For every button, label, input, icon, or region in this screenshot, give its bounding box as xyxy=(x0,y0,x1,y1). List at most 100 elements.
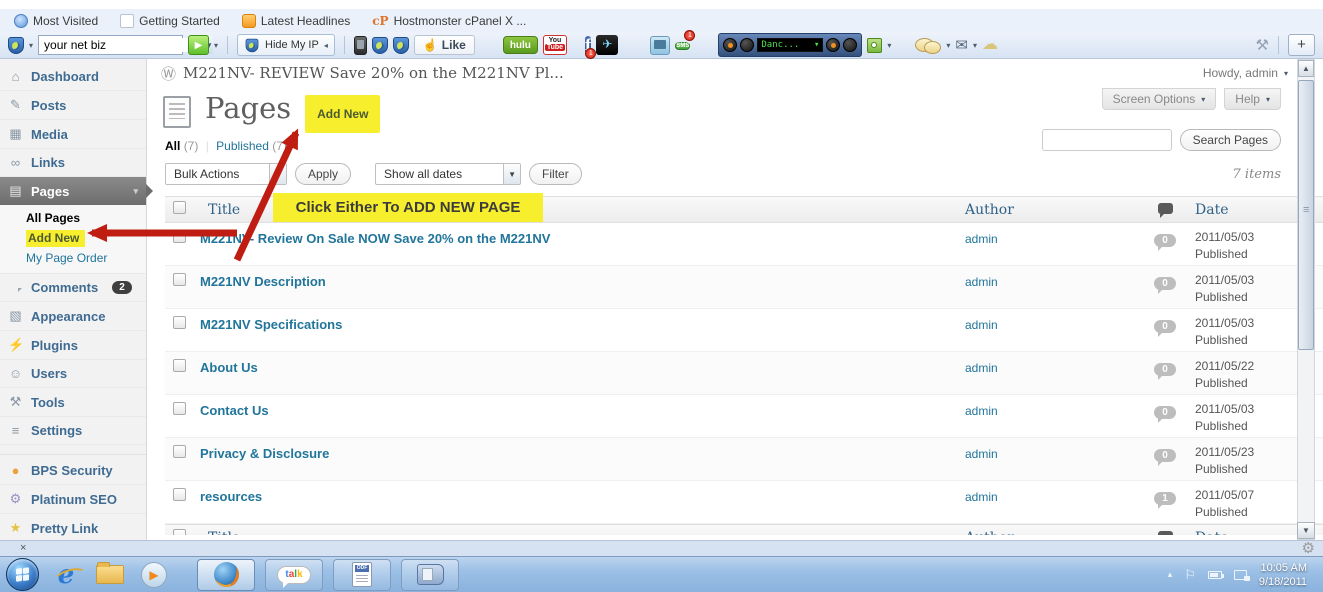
shield-icon[interactable] xyxy=(393,37,409,54)
phone-icon[interactable] xyxy=(354,36,367,55)
hide-my-ip-shield-icon[interactable] xyxy=(8,37,24,54)
page-link[interactable]: Contact Us xyxy=(200,403,269,418)
select-all-checkbox[interactable] xyxy=(173,529,186,535)
page-link[interactable]: M221NV Specifications xyxy=(200,317,342,332)
wrench-icon[interactable]: ⚒ xyxy=(1256,38,1269,53)
player-dropdown-icon[interactable]: ▾ xyxy=(814,39,819,51)
sidebar-item-pages[interactable]: ▤ Pages ▾ xyxy=(0,177,146,205)
chevron-down-icon[interactable]: ▾ xyxy=(214,41,218,50)
apply-button[interactable]: Apply xyxy=(295,163,351,185)
mail-icon[interactable]: ✉ xyxy=(955,38,968,53)
view-all-link[interactable]: All xyxy=(165,139,180,153)
dates-filter-select[interactable]: Show all dates ▼ xyxy=(375,163,521,185)
sidebar-item-my-page-order[interactable]: My Page Order xyxy=(0,248,146,268)
author-link[interactable]: admin xyxy=(965,404,998,418)
row-checkbox[interactable] xyxy=(173,402,186,415)
row-checkbox[interactable] xyxy=(173,230,186,243)
hulu-icon[interactable]: hulu xyxy=(503,36,538,54)
author-link[interactable]: admin xyxy=(965,232,998,246)
sidebar-item-bps-security[interactable]: ● BPS Security xyxy=(0,457,146,485)
media-player-widget[interactable]: Danc... ▾ xyxy=(718,33,862,57)
toolbar-search-input[interactable] xyxy=(39,38,204,52)
start-button[interactable] xyxy=(6,558,39,591)
sms-button[interactable]: SMS 1 xyxy=(675,34,690,56)
column-author[interactable]: Author xyxy=(965,202,1135,218)
taskbar-firefox-button[interactable] xyxy=(197,559,255,591)
sidebar-item-add-new[interactable]: Add New xyxy=(0,228,146,248)
comment-count-bubble[interactable]: 0 xyxy=(1154,363,1176,376)
comment-count-bubble[interactable]: 0 xyxy=(1154,234,1176,247)
tag-icon[interactable] xyxy=(867,38,882,53)
column-author[interactable]: Author xyxy=(965,530,1135,536)
weather-cloud-icon[interactable]: ☁ xyxy=(982,37,998,53)
tray-expand-icon[interactable]: ▴ xyxy=(1168,569,1173,580)
comment-count-bubble[interactable]: 0 xyxy=(1154,277,1176,290)
bookmark-latest-headlines[interactable]: Latest Headlines xyxy=(242,14,350,28)
sidebar-item-dashboard[interactable]: ⌂ Dashboard xyxy=(0,63,146,91)
bulk-actions-select[interactable]: Bulk Actions ▼ xyxy=(165,163,287,185)
sidebar-item-posts[interactable]: ✎ Posts xyxy=(0,91,146,120)
comment-count-bubble[interactable]: 0 xyxy=(1154,449,1176,462)
shield-icon[interactable] xyxy=(372,37,388,54)
row-checkbox[interactable] xyxy=(173,488,186,501)
author-link[interactable]: admin xyxy=(965,275,998,289)
column-title[interactable]: Title xyxy=(200,530,965,536)
facebook-like-button[interactable]: ☝ Like xyxy=(414,35,475,55)
scroll-down-button[interactable]: ▼ xyxy=(1297,522,1315,539)
page-link[interactable]: M221NV Description xyxy=(200,274,326,289)
row-checkbox[interactable] xyxy=(173,445,186,458)
close-icon[interactable]: × xyxy=(20,542,26,554)
select-all-checkbox[interactable] xyxy=(173,201,186,214)
chevron-down-icon[interactable]: ▾ xyxy=(29,41,33,50)
taskbar-reader-button[interactable] xyxy=(401,559,459,591)
scrollbar-thumb[interactable] xyxy=(1298,80,1314,350)
search-go-button[interactable]: ▶ xyxy=(188,35,209,55)
sidebar-item-plugins[interactable]: ⚡ Plugins xyxy=(0,331,146,360)
row-checkbox[interactable] xyxy=(173,316,186,329)
row-checkbox[interactable] xyxy=(173,273,186,286)
battery-icon[interactable] xyxy=(1208,571,1222,579)
scroll-up-button[interactable]: ▲ xyxy=(1298,60,1314,77)
add-new-button[interactable]: Add New xyxy=(305,95,380,133)
page-link[interactable]: resources xyxy=(200,489,262,504)
search-pages-button[interactable]: Search Pages xyxy=(1180,129,1281,151)
author-link[interactable]: admin xyxy=(965,490,998,504)
chevron-down-icon[interactable]: ▾ xyxy=(887,41,891,50)
wordpress-logo-icon[interactable]: Ⓦ xyxy=(161,63,176,84)
view-published-link[interactable]: Published xyxy=(216,139,269,153)
sidebar-item-settings[interactable]: ≡ Settings xyxy=(0,417,146,445)
new-tab-button[interactable]: + xyxy=(1288,34,1315,56)
media-player-button[interactable]: ▶ xyxy=(137,560,171,590)
player-knob-icon[interactable] xyxy=(723,38,737,52)
sidebar-item-tools[interactable]: ⚒ Tools xyxy=(0,388,146,417)
vertical-scrollbar[interactable]: ▲ ▼ xyxy=(1297,59,1315,540)
page-link[interactable]: Privacy & Disclosure xyxy=(200,446,329,461)
row-checkbox[interactable] xyxy=(173,359,186,372)
gear-icon[interactable]: ⚙ xyxy=(1302,539,1315,557)
action-center-flag-icon[interactable]: ⚐ xyxy=(1184,567,1196,583)
bookmark-most-visited[interactable]: Most Visited xyxy=(14,14,98,28)
twitter-icon[interactable]: ✈ xyxy=(596,35,618,55)
bookmark-getting-started[interactable]: Getting Started xyxy=(120,14,220,28)
sidebar-item-media[interactable]: ▦ Media xyxy=(0,120,146,149)
help-tab[interactable]: Help ▾ xyxy=(1224,88,1281,110)
search-pages-input[interactable] xyxy=(1042,129,1172,151)
sidebar-item-all-pages[interactable]: All Pages xyxy=(0,208,146,228)
hide-my-ip-panel[interactable]: Hide My IP ◂ xyxy=(237,34,335,56)
facebook-button[interactable]: f 1 xyxy=(585,35,591,55)
comments-column-icon[interactable] xyxy=(1158,203,1173,214)
taskbar-clock[interactable]: 10:05 AM 9/18/2011 xyxy=(1259,561,1307,589)
comments-column-icon[interactable] xyxy=(1158,531,1173,536)
chevron-down-icon[interactable]: ▾ xyxy=(946,41,950,50)
sidebar-item-comments[interactable]: Comments 2 xyxy=(0,274,146,302)
chat-bubbles-icon[interactable] xyxy=(915,37,941,54)
taskbar-talk-button[interactable]: talk xyxy=(265,559,323,591)
sidebar-item-links[interactable]: ∞ Links xyxy=(0,149,146,177)
network-icon[interactable] xyxy=(1234,570,1247,580)
sidebar-item-pretty-link[interactable]: ★ Pretty Link xyxy=(0,514,146,543)
player-knob-icon[interactable] xyxy=(843,38,857,52)
sidebar-item-appearance[interactable]: ▧ Appearance xyxy=(0,302,146,331)
author-link[interactable]: admin xyxy=(965,361,998,375)
youtube-icon[interactable]: You Tube xyxy=(543,35,567,55)
bookmark-cpanel[interactable]: cP Hostmonster cPanel X ... xyxy=(372,14,526,28)
